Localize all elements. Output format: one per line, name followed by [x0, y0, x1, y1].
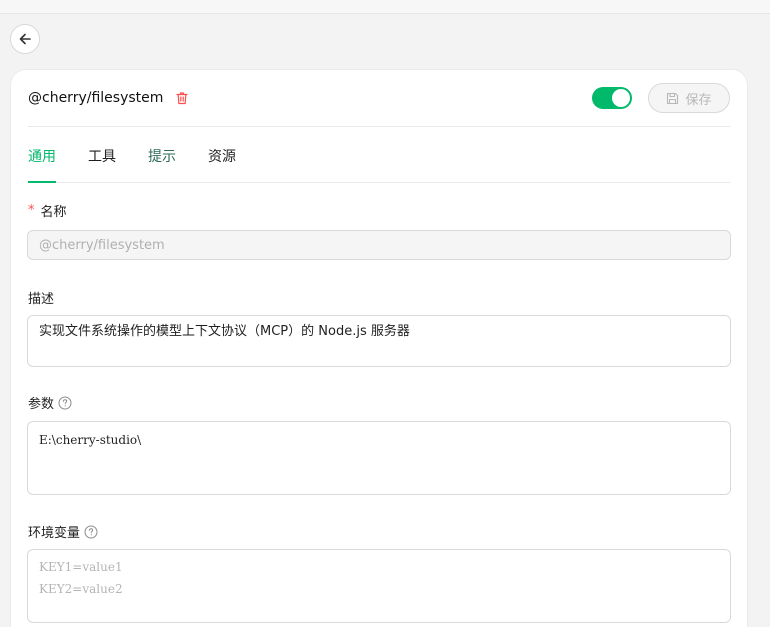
- args-textarea[interactable]: E:\cherry-studio\: [27, 421, 731, 495]
- delete-button[interactable]: [175, 91, 189, 105]
- name-label: * 名称: [28, 201, 67, 220]
- env-label: 环境变量: [28, 522, 98, 541]
- question-circle-icon: [58, 396, 72, 409]
- args-label: 参数: [28, 393, 72, 412]
- args-value: E:\cherry-studio\: [39, 433, 142, 447]
- tab-prompts[interactable]: 提示: [148, 127, 176, 182]
- description-label-text: 描述: [28, 292, 55, 307]
- server-name: @cherry/filesystem: [28, 90, 164, 106]
- question-circle-icon: [84, 525, 98, 538]
- name-label-text: 名称: [40, 205, 67, 220]
- tab-resources[interactable]: 资源: [208, 127, 236, 182]
- arrow-left-icon: [19, 33, 31, 45]
- tab-tools[interactable]: 工具: [88, 127, 116, 182]
- save-icon: [667, 92, 679, 104]
- env-placeholder-line1: KEY1=value1: [39, 560, 123, 574]
- trash-icon: [176, 92, 188, 105]
- name-input[interactable]: @cherry/filesystem: [27, 230, 731, 260]
- env-help[interactable]: [84, 525, 98, 539]
- required-mark: *: [28, 203, 35, 218]
- env-label-text: 环境变量: [28, 526, 81, 541]
- description-label: 描述: [28, 288, 54, 307]
- env-textarea[interactable]: KEY1=value1 KEY2=value2: [27, 549, 731, 623]
- tab-general[interactable]: 通用: [28, 127, 56, 183]
- card-header: @cherry/filesystem 保存: [28, 70, 730, 127]
- description-value: 实现文件系统操作的模型上下文协议（MCP）的 Node.js 服务器: [39, 324, 410, 339]
- tab-bar: 通用 工具 提示 资源: [28, 127, 730, 183]
- args-label-text: 参数: [28, 397, 55, 412]
- top-strip: [0, 0, 770, 14]
- description-textarea[interactable]: 实现文件系统操作的模型上下文协议（MCP）的 Node.js 服务器: [27, 315, 731, 367]
- save-button-label: 保存: [685, 92, 712, 108]
- back-button[interactable]: [10, 24, 40, 54]
- args-help[interactable]: [58, 396, 72, 410]
- enable-toggle[interactable]: [592, 87, 632, 109]
- name-input-value: @cherry/filesystem: [39, 237, 165, 253]
- server-settings-card: @cherry/filesystem 保存 通用 工具 提示 资源 * 名称 @…: [10, 69, 748, 627]
- env-placeholder-line2: KEY2=value2: [39, 582, 123, 596]
- save-button[interactable]: 保存: [648, 83, 730, 113]
- toggle-knob: [612, 89, 630, 107]
